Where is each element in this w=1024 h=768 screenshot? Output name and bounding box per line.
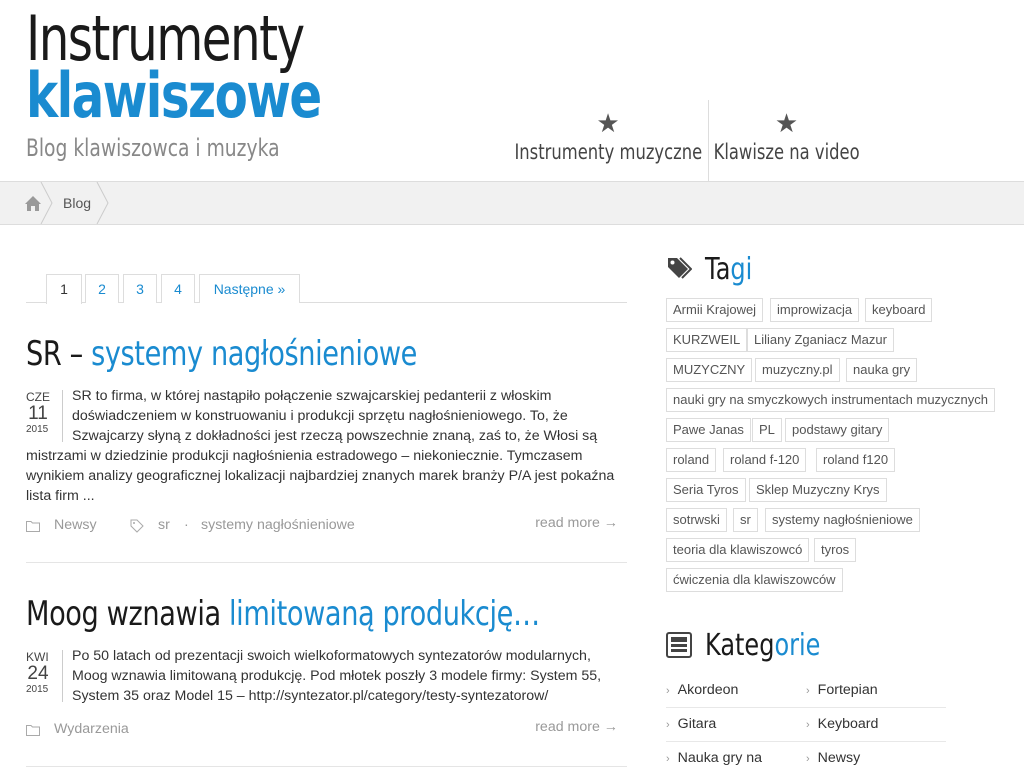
main-nav: ★ Instrumenty muzyczne ★ Klawisze na vid… xyxy=(508,100,864,182)
chevron-right-icon: › xyxy=(666,719,670,731)
star-icon: ★ xyxy=(774,108,799,138)
tag-link[interactable]: KURZWEIL xyxy=(666,328,748,352)
post-tag-link[interactable]: sr xyxy=(158,517,170,533)
nav-item-klawisze-na-video[interactable]: ★ Klawisze na video xyxy=(708,100,864,182)
category-item[interactable]: › Fortepian xyxy=(806,674,946,708)
post-excerpt-text: Po 50 latach od prezentacji swoich wielk… xyxy=(72,648,602,704)
category-item[interactable]: › Akordeon xyxy=(666,674,806,708)
tag-link[interactable]: nauki gry na smyczkowych instrumentach m… xyxy=(666,388,996,412)
post-category-link[interactable]: Wydarzenia xyxy=(54,721,129,737)
tag-link[interactable]: Liliany Zganiacz Mazur xyxy=(747,328,894,352)
tags-icon xyxy=(668,257,692,279)
post-title-part: SR – xyxy=(26,334,92,374)
tag-link[interactable]: sotrwski xyxy=(666,508,727,532)
tag-link[interactable]: tyros xyxy=(814,538,857,562)
page-3-link[interactable]: 3 xyxy=(123,274,157,303)
page-2-link[interactable]: 2 xyxy=(85,274,119,303)
tag-link[interactable]: PL xyxy=(752,418,782,442)
tag-link[interactable]: keyboard xyxy=(865,298,933,322)
category-label: Akordeon xyxy=(677,682,739,698)
category-label: Fortepian xyxy=(817,682,878,698)
folder-icon xyxy=(26,725,40,736)
category-item[interactable]: › Gitara xyxy=(666,708,806,742)
site-title-line2: klawiszowe xyxy=(26,59,322,133)
category-label: Gitara xyxy=(677,716,717,732)
post-title-part: systemy nagłośnieniowe xyxy=(91,334,418,374)
tag-link[interactable]: teoria dla klawiszowcó xyxy=(666,538,810,562)
nav-item-label: Instrumenty muzyczne xyxy=(514,140,702,164)
site-tagline: Blog klawiszowca i muzyka xyxy=(26,134,280,162)
tag-icon xyxy=(130,519,144,533)
post-meta: Wydarzenia read more → xyxy=(26,719,622,741)
post-separator xyxy=(26,766,627,767)
categories-widget-title: Kategorie xyxy=(705,628,820,663)
tag-link[interactable]: Seria Tyros xyxy=(666,478,746,502)
tag-link[interactable]: improwizacja xyxy=(770,298,860,322)
chevron-right-icon: › xyxy=(806,685,810,697)
site-title[interactable]: Instrumenty klawiszowe xyxy=(26,7,322,133)
tag-separator: · xyxy=(184,517,189,533)
post-excerpt-text: SR to firma, w której nastąpiło połączen… xyxy=(26,388,615,504)
chevron-right-icon: › xyxy=(806,753,810,765)
pagination: 1 2 3 4 Następne » xyxy=(26,274,627,304)
tag-link[interactable]: systemy nagłośnieniowe xyxy=(765,508,920,532)
widget-title-part: Kateg xyxy=(705,628,775,663)
tag-link[interactable]: roland xyxy=(666,448,717,472)
tag-link[interactable]: MUZYCZNY xyxy=(666,358,753,382)
breadcrumb-current[interactable]: Blog xyxy=(63,195,91,211)
tag-link[interactable]: Sklep Muzyczny Krys xyxy=(749,478,887,502)
tag-link[interactable]: sr xyxy=(733,508,758,532)
tags-widget-title: Tagi xyxy=(705,252,752,287)
page-4-link[interactable]: 4 xyxy=(161,274,195,303)
tag-link[interactable]: podstawy gitary xyxy=(785,418,890,442)
post-title[interactable]: SR – systemy nagłośnieniowe xyxy=(26,334,417,374)
category-item[interactable]: › Keyboard xyxy=(806,708,946,742)
next-page-link[interactable]: Następne » xyxy=(199,274,300,303)
chevron-right-icon: › xyxy=(666,753,670,765)
chevron-right-icon: › xyxy=(666,685,670,697)
post-category-link[interactable]: Newsy xyxy=(54,517,97,533)
post-title-part: Moog wznawia xyxy=(26,594,230,634)
folder-icon xyxy=(26,521,40,532)
post-tag-link[interactable]: systemy nagłośnieniowe xyxy=(201,517,355,533)
tag-link[interactable]: Armii Krajowej xyxy=(666,298,764,322)
tag-link[interactable]: ćwiczenia dla klawiszowców xyxy=(666,568,843,592)
page-1-tab[interactable]: 1 xyxy=(46,274,82,304)
widget-title-part: Ta xyxy=(705,252,731,287)
category-label: Newsy xyxy=(817,750,861,766)
widget-title-part: orie xyxy=(774,628,821,663)
category-label: Keyboard xyxy=(817,716,879,732)
tag-link[interactable]: roland f120 xyxy=(816,448,896,472)
tag-link[interactable]: nauka gry xyxy=(846,358,918,382)
chevron-right-icon: › xyxy=(806,719,810,731)
post-title-part: limitowaną produkcję… xyxy=(229,594,540,634)
post-excerpt: Po 50 latach od prezentacji swoich wielk… xyxy=(26,646,622,706)
nav-item-label: Klawisze na video xyxy=(713,140,860,164)
post-excerpt: SR to firma, w której nastąpiło połączen… xyxy=(26,386,622,506)
tag-link[interactable]: muzyczny.pl xyxy=(755,358,840,382)
nav-item-instrumenty-muzyczne[interactable]: ★ Instrumenty muzyczne xyxy=(508,100,708,182)
breadcrumb: Blog xyxy=(0,181,1024,225)
read-more-link[interactable]: read more → xyxy=(535,719,618,735)
widget-title-part: gi xyxy=(730,252,753,287)
post-separator xyxy=(26,562,627,563)
category-item[interactable]: › Newsy xyxy=(806,742,946,768)
tag-link[interactable]: roland f-120 xyxy=(723,448,807,472)
post-title[interactable]: Moog wznawia limitowaną produkcję… xyxy=(26,594,540,634)
star-icon: ★ xyxy=(596,108,620,138)
breadcrumb-separator xyxy=(96,182,109,224)
breadcrumb-separator xyxy=(40,182,53,224)
read-more-link[interactable]: read more → xyxy=(535,515,618,531)
tag-link[interactable]: Pawe Janas xyxy=(666,418,751,442)
category-item[interactable]: › Nauka gry na xyxy=(666,742,806,768)
category-label: Nauka gry na xyxy=(677,750,763,766)
post-meta: Newsy sr · systemy nagłośnieniowe read m… xyxy=(26,515,622,537)
categories-icon xyxy=(666,632,692,658)
